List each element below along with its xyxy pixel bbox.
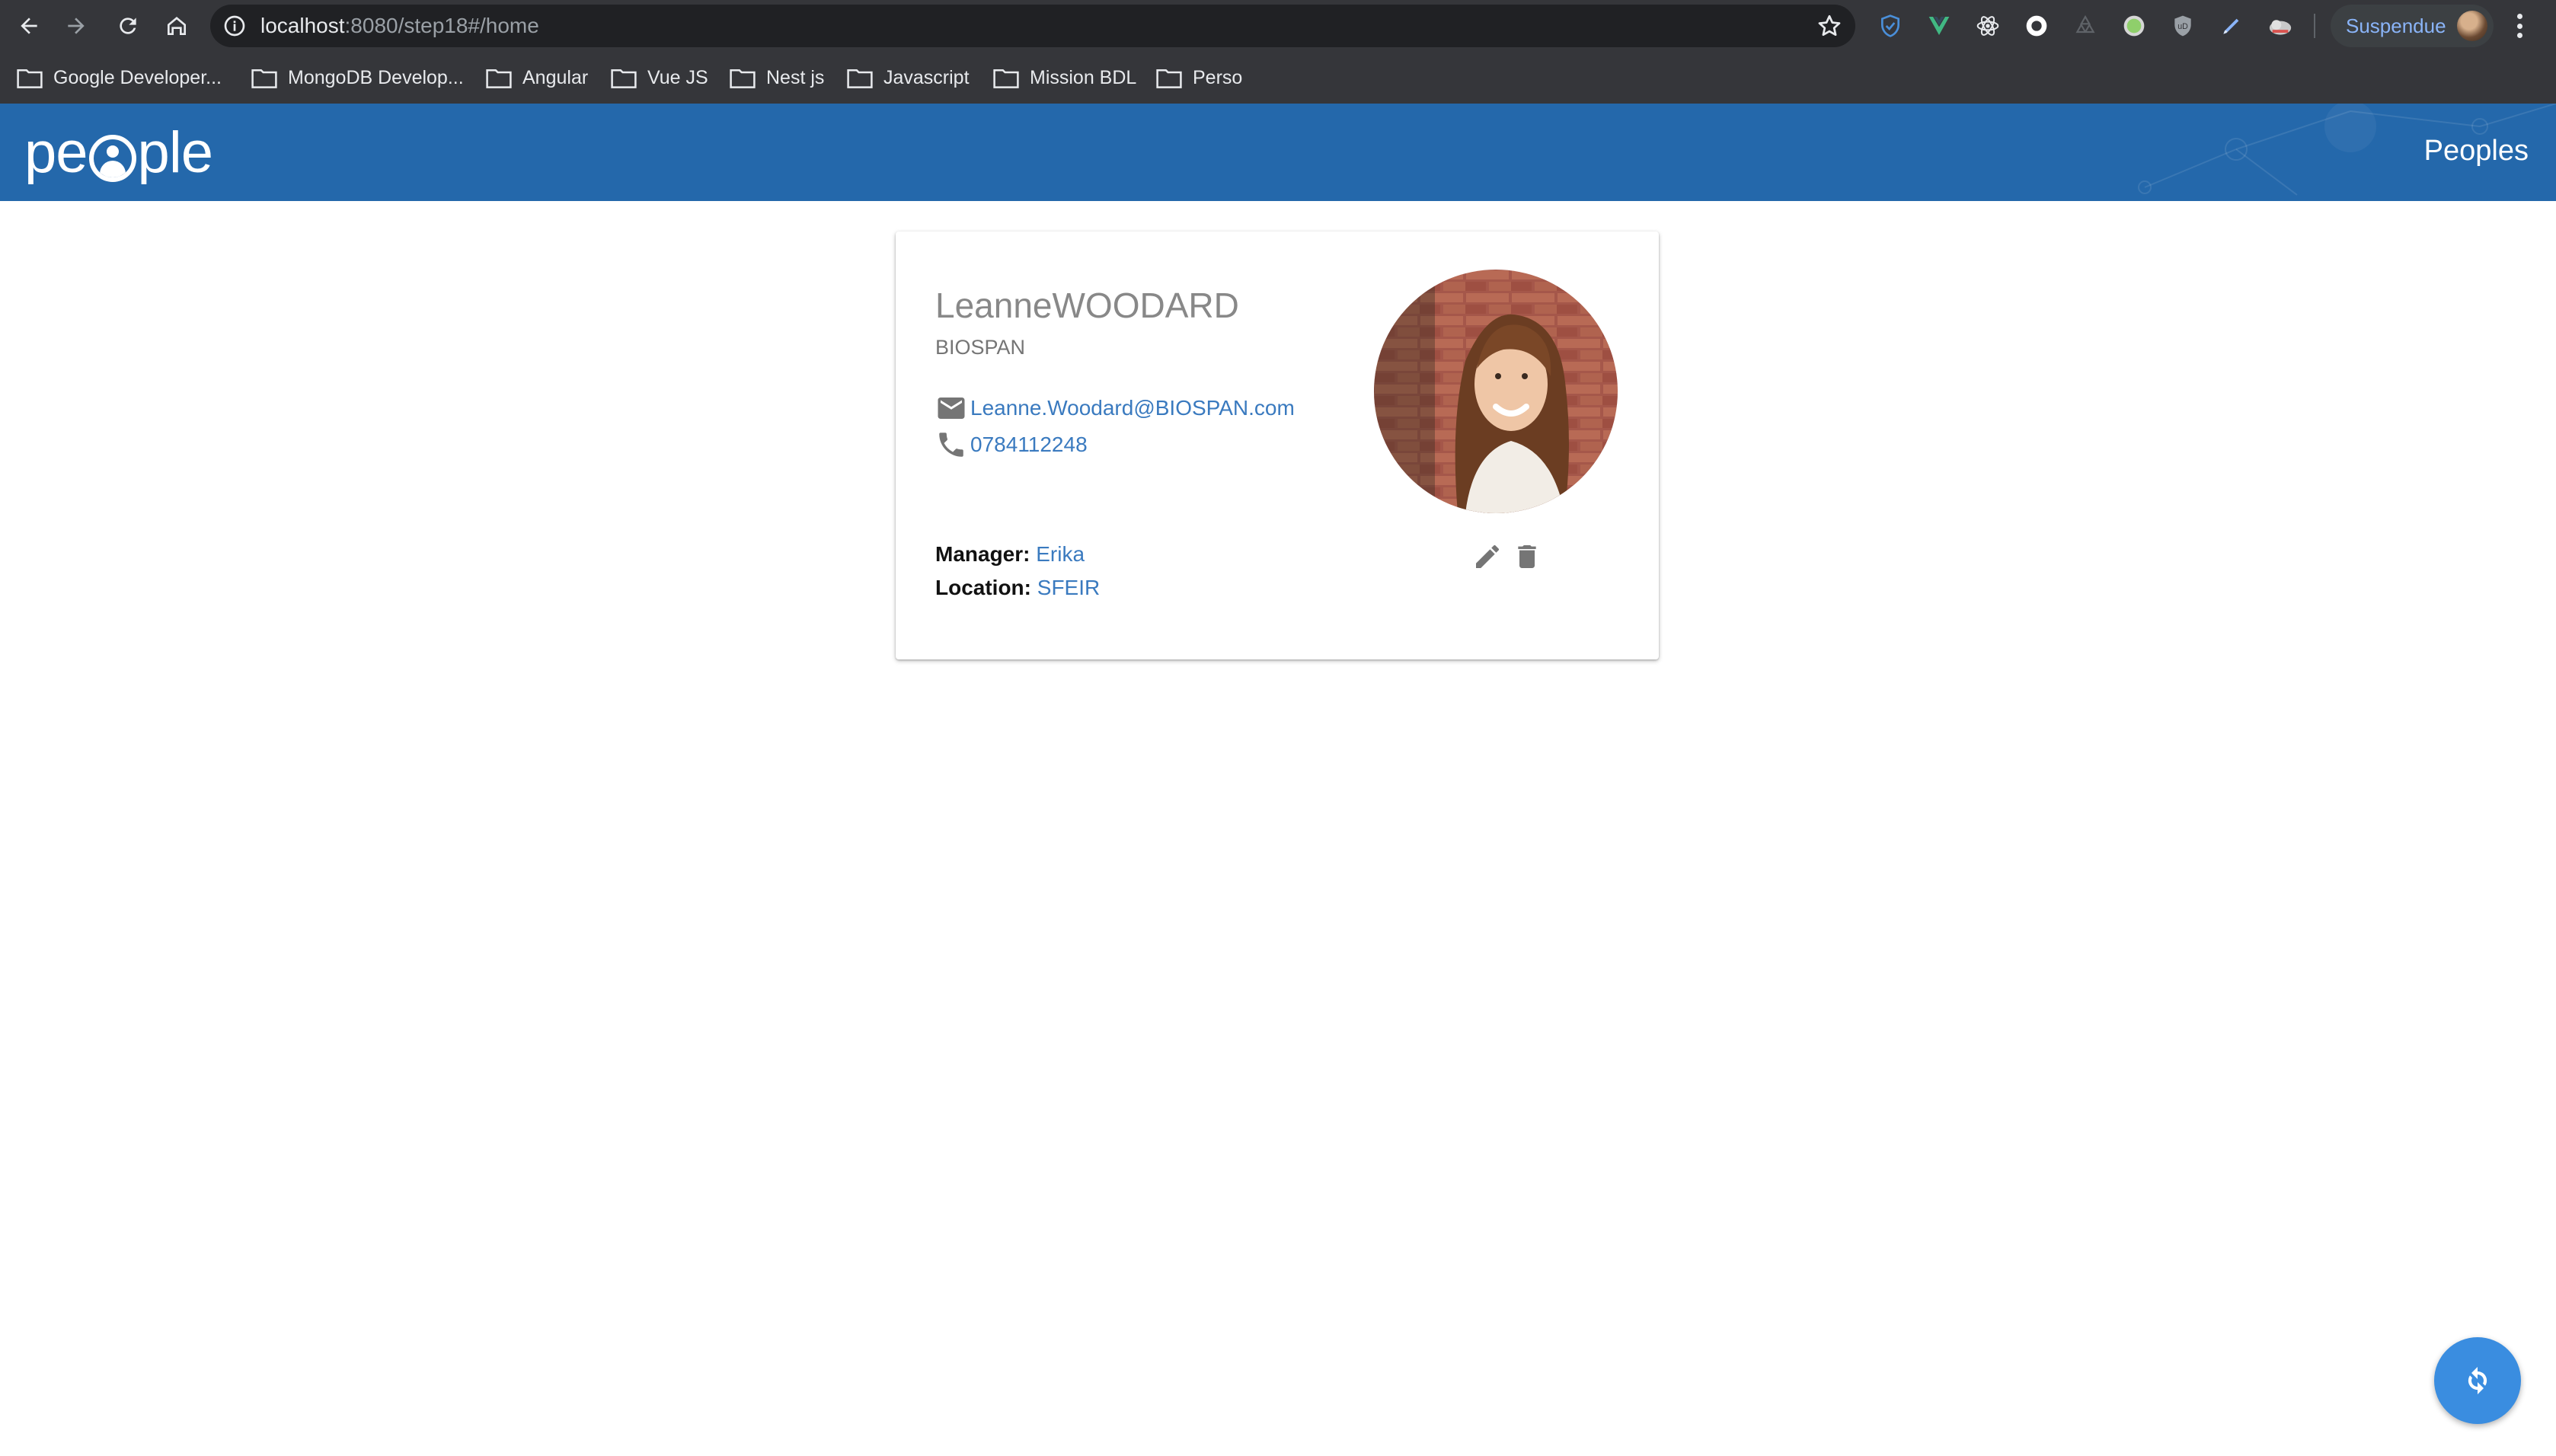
manager-row: Manager: Erika (935, 541, 1085, 568)
folder-icon (251, 69, 277, 88)
url-host: localhost (260, 14, 345, 37)
pencil-icon (1476, 544, 1499, 568)
reload-icon (120, 18, 136, 34)
refresh-icon (2468, 1367, 2487, 1394)
bookmark-label: Angular (522, 66, 589, 88)
profile-label: Suspendue (2346, 14, 2446, 37)
location-label: Location: (935, 576, 1031, 599)
url-path: :8080/step18#/home (344, 14, 539, 37)
card-actions (1470, 539, 1545, 574)
people-logo[interactable]: pe ple (24, 114, 213, 190)
bookmark-label: MongoDB Develop... (288, 66, 464, 88)
forward-button[interactable] (58, 8, 94, 44)
person-name: LeanneWOODARD (935, 286, 1239, 325)
bookmark-label: Javascript (883, 66, 970, 88)
bookmark-label: Vue JS (647, 66, 708, 88)
circle-extension-icon[interactable] (2023, 12, 2050, 40)
trash-icon (1518, 545, 1536, 568)
person-company: BIOSPAN (935, 336, 1026, 359)
react-devtools-icon[interactable] (1974, 12, 2002, 40)
peoples-nav-link[interactable]: Peoples (2424, 134, 2529, 168)
manager-link[interactable]: Erika (1036, 542, 1085, 566)
person-card: LeanneWOODARD BIOSPAN Leanne.Woodard@BIO… (896, 231, 1659, 659)
browser-menu-icon[interactable] (2510, 11, 2529, 41)
folder-icon (993, 69, 1019, 88)
logo-suffix: ple (137, 120, 213, 185)
app-header: pe ple Peoples (0, 104, 2556, 201)
reload-button[interactable] (110, 8, 146, 44)
folder-icon (1156, 69, 1182, 88)
bookmark-star-icon[interactable] (1816, 12, 1843, 40)
phone-icon (939, 433, 963, 457)
bookmark-folder[interactable]: Perso (1156, 52, 1242, 104)
refresh-fab[interactable] (2434, 1337, 2521, 1424)
recycle-icon[interactable] (2072, 12, 2099, 40)
profile-button[interactable]: Suspendue (2331, 5, 2494, 47)
browser-chrome: localhost:8080/step18#/home uD Suspendue… (0, 0, 2556, 104)
svg-text:uD: uD (2177, 22, 2188, 31)
email-row: Leanne.Woodard@BIOSPAN.com (935, 391, 1295, 425)
person-icon (88, 135, 136, 182)
person-photo (1374, 270, 1618, 513)
bookmark-folder[interactable]: Javascript (847, 52, 970, 104)
bookmark-label: Mission BDL (1030, 66, 1137, 88)
bookmark-folder[interactable]: Vue JS (611, 52, 708, 104)
folder-icon (611, 69, 637, 88)
green-dot-icon[interactable] (2120, 12, 2148, 40)
shield-icon[interactable] (1877, 12, 1904, 40)
toolbar-separator (2314, 14, 2315, 38)
phone-link[interactable]: 0784112248 (970, 431, 1088, 458)
bookmark-label: Nest js (766, 66, 825, 88)
info-icon[interactable] (222, 14, 247, 38)
location-link[interactable]: SFEIR (1037, 576, 1100, 599)
edit-button[interactable] (1470, 539, 1505, 574)
folder-icon (17, 69, 43, 88)
bookmark-folder[interactable]: Nest js (730, 52, 824, 104)
arrow-left-icon (21, 18, 37, 34)
ublock-icon[interactable]: uD (2169, 12, 2197, 40)
bookmark-folder[interactable]: Google Developer... (17, 52, 222, 104)
bookmark-folder[interactable]: Angular (486, 52, 588, 104)
bookmark-folder[interactable]: Mission BDL (993, 52, 1136, 104)
bookmark-label: Perso (1193, 66, 1243, 88)
cloud-icon[interactable] (2267, 12, 2294, 40)
vue-devtools-icon[interactable] (1925, 12, 1953, 40)
delete-button[interactable] (1510, 539, 1545, 574)
manager-label: Manager: (935, 542, 1030, 566)
bookmark-label: Google Developer... (53, 66, 222, 88)
bookmarks-bar: Google Developer... MongoDB Develop... A… (0, 52, 2556, 104)
logo-prefix: pe (24, 120, 88, 185)
address-bar[interactable]: localhost:8080/step18#/home (210, 5, 1855, 47)
phone-row: 0784112248 (935, 428, 1088, 461)
bookmark-folder[interactable]: MongoDB Develop... (251, 52, 464, 104)
location-row: Location: SFEIR (935, 574, 1100, 602)
home-button[interactable] (158, 8, 195, 44)
email-icon (938, 398, 965, 419)
home-icon (168, 17, 186, 35)
back-button[interactable] (11, 8, 47, 44)
browser-toolbar: localhost:8080/step18#/home uD Suspendue (0, 0, 2556, 52)
folder-icon (847, 69, 873, 88)
url-text: localhost:8080/step18#/home (260, 14, 539, 38)
pen-icon[interactable] (2218, 12, 2245, 40)
folder-icon (730, 69, 756, 88)
email-link[interactable]: Leanne.Woodard@BIOSPAN.com (970, 394, 1295, 422)
profile-avatar (2457, 11, 2487, 41)
arrow-right-icon (68, 18, 85, 34)
folder-icon (486, 69, 512, 88)
